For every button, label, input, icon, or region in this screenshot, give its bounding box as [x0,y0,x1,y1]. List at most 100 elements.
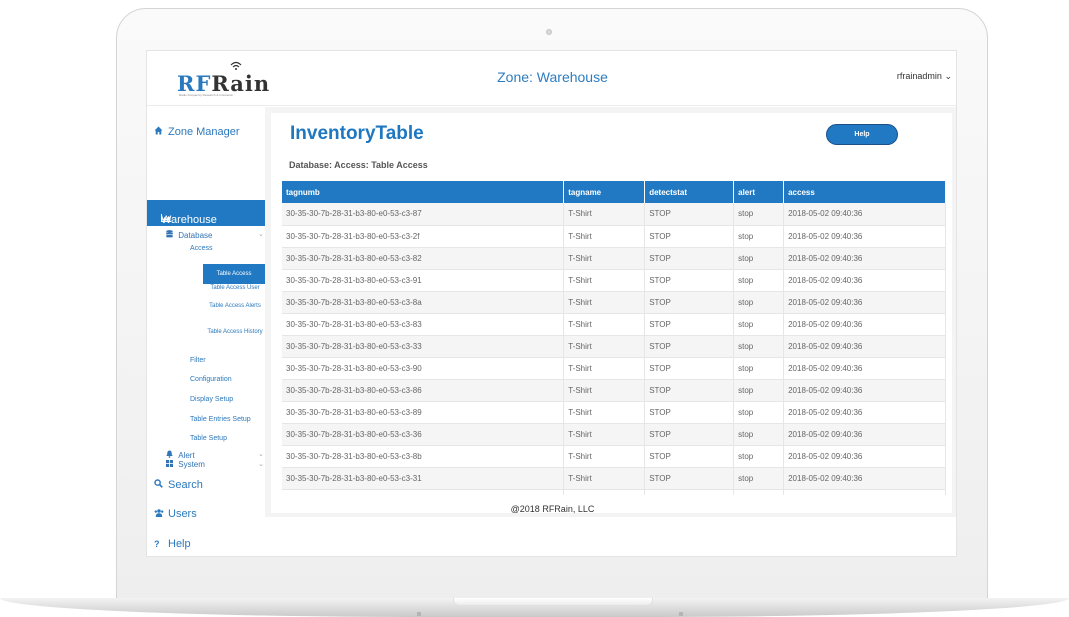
table-cell-tagnumb [282,489,565,495]
table-row[interactable]: 30-35-30-7b-28-31-b3-80-e0-53-c3-33 T-Shi… [282,335,946,358]
help-button[interactable]: Help [826,124,898,145]
sidebar-item-table-access-alerts[interactable]: Table Access Alerts [205,302,265,310]
database-icon [166,230,175,240]
table-cell-tagname: T-Shirt [563,467,646,490]
sidebar-item-table-setup[interactable]: Table Setup [190,435,227,442]
sidebar-item-label: Help [168,538,191,550]
chevron-down-icon: ⌄ [258,231,264,238]
sidebar-item-table-entries-setup[interactable]: Table Entries Setup [190,416,251,423]
column-header-tagname[interactable]: tagname [563,181,646,203]
table-cell-tagname: T-Shirt [563,225,646,248]
table-cell-tagnumb: 30-35-30-7b-28-31-b3-80-e0-53-c3-91 [282,269,565,292]
table-cell-access [783,489,946,495]
table-cell-detectstat: STOP [644,203,735,226]
table-cell-alert: stop [733,357,785,380]
table-cell-tagnumb: 30-35-30-7b-28-31-b3-80-e0-53-c3-33 [282,335,565,358]
table-row[interactable]: 30-35-30-7b-28-31-b3-80-e0-53-c3-31 T-Shi… [282,467,946,490]
table-cell-access: 2018-05-02 09:40:36 [783,313,946,336]
page-title: InventoryTable [290,123,424,144]
sidebar-item-warehouse[interactable]: Warehouse [147,200,265,226]
table-cell-tagnumb: 30-35-30-7b-28-31-b3-80-e0-53-c3-90 [282,357,565,380]
table-row[interactable]: 30-35-30-7b-28-31-b3-80-e0-53-c3-8a T-Shi… [282,291,946,314]
table-cell-detectstat: STOP [644,401,735,424]
table-row[interactable]: 30-35-30-7b-28-31-b3-80-e0-53-c3-87 T-Shi… [282,203,946,226]
logo-tagline: Radio Frequency Research & Innovation [179,93,234,97]
table-cell-alert: stop [733,467,785,490]
sidebar-item-filter[interactable]: Filter [190,357,206,364]
table-cell-detectstat: STOP [644,445,735,468]
table-cell-detectstat: STOP [644,335,735,358]
database-breadcrumb: Database: Access: Table Access [289,160,428,170]
table-viewport: InventoryTable Help Database: Access: Ta… [271,113,952,495]
column-header-access[interactable]: access [783,181,946,203]
table-row[interactable]: 30-35-30-7b-28-31-b3-80-e0-53-c3-36 T-Shi… [282,423,946,446]
table-cell-tagnumb: 30-35-30-7b-28-31-b3-80-e0-53-c3-89 [282,401,565,424]
sidebar-item-system[interactable]: System ⌄ [166,460,264,469]
column-header-tagnumb[interactable]: tagnumb [282,181,565,203]
table-row[interactable]: 30-35-30-7b-28-31-b3-80-e0-53-c3-91 T-Shi… [282,269,946,292]
table-row[interactable] [282,489,946,495]
table-cell-detectstat: STOP [644,247,735,270]
table-row[interactable]: 30-35-30-7b-28-31-b3-80-e0-53-c3-89 T-Shi… [282,401,946,424]
table-cell-tagname: T-Shirt [563,269,646,292]
table-cell-alert: stop [733,247,785,270]
sidebar-item-zone-manager[interactable]: Zone Manager [154,126,240,138]
table-cell-alert: stop [733,269,785,292]
table-cell-tagname: T-Shirt [563,423,646,446]
laptop-foot [679,612,683,616]
sidebar-item-database[interactable]: Database ⌄ [166,230,264,240]
sidebar-item-table-access-history[interactable]: Table Access History [205,328,265,336]
table-cell-access: 2018-05-02 09:40:36 [783,401,946,424]
sidebar-item-help[interactable]: ? Help [154,538,191,550]
inventory-table: tagnumb tagname detectstat alert access … [282,181,946,495]
table-cell-tagname: T-Shirt [563,313,646,336]
table-row[interactable]: 30-35-30-7b-28-31-b3-80-e0-53-c3-90 T-Shi… [282,357,946,380]
user-menu[interactable]: rfrainadmin ⌄ [897,71,952,82]
sidebar-item-display-setup[interactable]: Display Setup [190,396,233,403]
table-cell-access: 2018-05-02 09:40:36 [783,291,946,314]
table-cell-detectstat: STOP [644,379,735,402]
sidebar: Zone Manager Warehouse Database ⌄ Access… [147,107,265,556]
table-row[interactable]: 30-35-30-7b-28-31-b3-80-e0-53-c3-83 T-Shi… [282,313,946,336]
table-cell-detectstat: STOP [644,423,735,446]
table-header-row: tagnumb tagname detectstat alert access [282,181,946,203]
table-cell-access: 2018-05-02 09:40:36 [783,335,946,358]
table-body: 30-35-30-7b-28-31-b3-80-e0-53-c3-87 T-Shi… [282,203,946,495]
table-cell-alert: stop [733,379,785,402]
footer-copyright: @2018 RFRain, LLC [510,504,595,514]
table-cell-detectstat: STOP [644,357,735,380]
column-header-alert[interactable]: alert [733,181,785,203]
table-cell-tagname [563,489,646,495]
app-screen: RFRain Radio Frequency Research & Innova… [146,50,957,557]
table-cell-access: 2018-05-02 09:40:36 [783,203,946,226]
app-header: RFRain Radio Frequency Research & Innova… [147,51,956,106]
table-row[interactable]: 30-35-30-7b-28-31-b3-80-e0-53-c3-2f T-Shi… [282,225,946,248]
zone-title: Zone: Warehouse [497,69,608,85]
table-cell-access: 2018-05-02 09:40:36 [783,269,946,292]
sidebar-item-search[interactable]: Search [154,479,203,491]
sidebar-item-label: Table Access [216,271,252,277]
sidebar-item-configuration[interactable]: Configuration [190,376,232,383]
table-row[interactable]: 30-35-30-7b-28-31-b3-80-e0-53-c3-86 T-Shi… [282,379,946,402]
sidebar-item-label: System [178,460,205,469]
sidebar-item-access[interactable]: Access [190,245,213,252]
table-cell-access: 2018-05-02 09:40:36 [783,379,946,402]
table-cell-alert: stop [733,203,785,226]
table-cell-access: 2018-05-02 09:40:36 [783,423,946,446]
sidebar-item-table-access[interactable]: Table Access [203,264,265,284]
table-cell-detectstat: STOP [644,291,735,314]
table-cell-tagnumb: 30-35-30-7b-28-31-b3-80-e0-53-c3-82 [282,247,565,270]
table-row[interactable]: 30-35-30-7b-28-31-b3-80-e0-53-c3-8b T-Shi… [282,445,946,468]
sidebar-item-alert[interactable]: Alert ⌄ [166,450,264,460]
table-cell-tagname: T-Shirt [563,445,646,468]
table-row[interactable]: 30-35-30-7b-28-31-b3-80-e0-53-c3-82 T-Shi… [282,247,946,270]
sidebar-item-table-access-user[interactable]: Table Access User [205,284,265,292]
table-cell-tagnumb: 30-35-30-7b-28-31-b3-80-e0-53-c3-86 [282,379,565,402]
table-cell-alert: stop [733,313,785,336]
table-cell-tagnumb: 30-35-30-7b-28-31-b3-80-e0-53-c3-8a [282,291,565,314]
table-cell-alert: stop [733,225,785,248]
table-cell-detectstat: STOP [644,269,735,292]
column-header-detectstat[interactable]: detectstat [644,181,735,203]
table-cell-detectstat [644,489,735,495]
main-panel: InventoryTable Help Database: Access: Ta… [271,113,952,513]
